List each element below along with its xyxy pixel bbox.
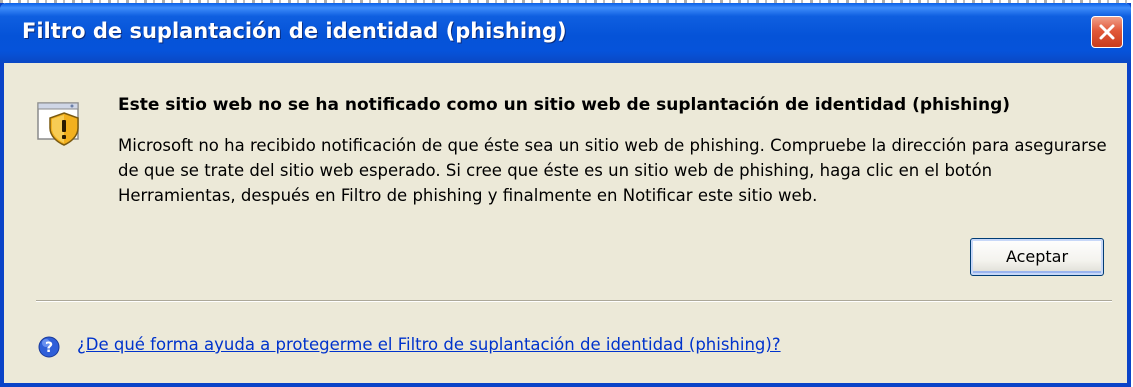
dialog-heading: Este sitio web no se ha notificado como … [118,95,1011,115]
help-link[interactable]: ¿De qué forma ayuda a protegerme el Filt… [77,335,781,354]
close-icon [1099,24,1115,40]
window-title: Filtro de suplantación de identidad (phi… [22,19,567,43]
question-icon: ? [38,336,60,358]
close-button[interactable] [1091,16,1123,48]
title-bar[interactable]: Filtro de suplantación de identidad (phi… [0,3,1131,63]
warning-shield-icon [37,102,79,146]
accept-button[interactable]: Aceptar [970,238,1104,276]
dialog-content: Este sitio web no se ha notificado como … [4,60,1127,383]
svg-text:?: ? [45,340,53,356]
phishing-filter-dialog: Filtro de suplantación de identidad (phi… [0,3,1131,387]
dialog-message: Microsoft no ha recibido notificación de… [118,136,1107,205]
divider [36,300,1112,302]
